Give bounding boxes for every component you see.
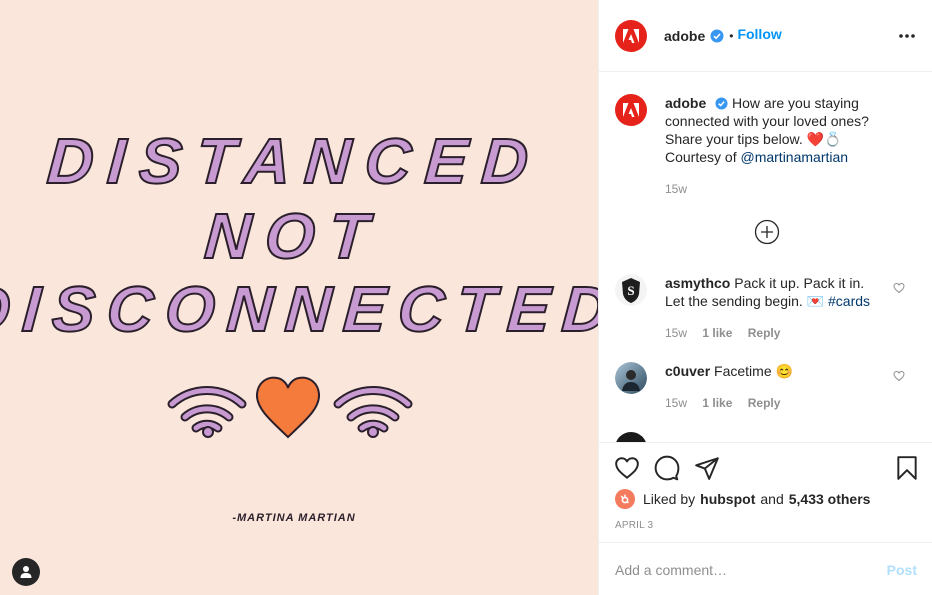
shield-logo-icon: S — [615, 274, 647, 306]
load-more-comments-icon[interactable] — [754, 219, 780, 245]
comment-reply-button[interactable]: Reply — [748, 396, 781, 410]
comment-like-heart-icon[interactable] — [893, 370, 905, 382]
liked-by-user-link[interactable]: hubspot — [700, 491, 755, 507]
post-header: adobe • Follow — [599, 0, 932, 72]
comment-like-heart-icon[interactable] — [893, 282, 905, 294]
verified-badge-icon — [715, 97, 728, 110]
likes-others-link[interactable]: 5,433 others — [789, 491, 871, 507]
more-options-icon[interactable] — [897, 26, 917, 46]
comments-list[interactable]: adobe How are you staying connected with… — [599, 72, 932, 442]
hubspot-logo-icon — [620, 494, 629, 504]
comment-reply-button[interactable]: Reply — [748, 326, 781, 340]
header-username[interactable]: adobe — [664, 28, 705, 44]
caption-username[interactable]: adobe — [665, 95, 706, 111]
caption-avatar[interactable] — [615, 94, 647, 126]
likes-and: and — [760, 491, 784, 507]
post-image[interactable]: DISTANCED NOT DISCONNECTED -MARTINA MART… — [0, 0, 598, 595]
artwork-line-2: NOT — [202, 200, 384, 272]
post-artwork: DISTANCED NOT DISCONNECTED -MARTINA MART… — [0, 124, 598, 524]
adobe-logo-icon — [623, 28, 639, 43]
comment-bubble-icon[interactable] — [654, 455, 680, 481]
like-heart-icon[interactable] — [614, 455, 640, 481]
hubspot-avatar[interactable] — [615, 489, 635, 509]
comment-username[interactable]: c0uver — [665, 363, 710, 379]
adobe-logo-icon — [623, 103, 639, 117]
caption-time[interactable]: 15w — [665, 182, 687, 196]
comment-username[interactable]: asmythco — [665, 275, 730, 291]
comment-likes[interactable]: 1 like — [702, 326, 732, 340]
save-bookmark-icon[interactable] — [894, 455, 920, 481]
comment-likes[interactable]: 1 like — [702, 396, 732, 410]
heart-artwork-icon — [255, 376, 321, 439]
verified-badge-icon — [710, 29, 724, 42]
comment-time[interactable]: 15w — [665, 396, 687, 410]
partial-avatar[interactable] — [615, 432, 647, 442]
post-side-panel: adobe • Follow adobe How are you staying… — [598, 0, 932, 595]
likes-summary: Liked by hubspot and 5,433 others — [615, 489, 875, 509]
adobe-avatar[interactable] — [615, 19, 647, 52]
artwork-line-3: DISCONNECTED — [0, 273, 598, 345]
caption-mention-link[interactable]: @martinamartian — [740, 149, 848, 165]
post-actions: Liked by hubspot and 5,433 others APRIL … — [599, 442, 932, 542]
add-comment-input[interactable] — [615, 559, 865, 581]
post-date[interactable]: APRIL 3 — [615, 520, 653, 531]
artwork-signature: -MARTINA MARTIAN — [232, 512, 355, 524]
asmythco-avatar[interactable]: S — [615, 274, 647, 306]
person-icon — [20, 566, 32, 578]
user-photo-icon — [615, 362, 647, 394]
header-separator: • — [729, 28, 734, 43]
c0uver-avatar[interactable] — [615, 362, 647, 394]
comment-text: Facetime 😊 — [714, 363, 793, 379]
follow-button[interactable]: Follow — [737, 26, 781, 42]
share-paper-plane-icon[interactable] — [694, 455, 720, 481]
svg-text:S: S — [627, 283, 634, 298]
add-comment-bar: Post — [599, 542, 932, 595]
likes-prefix: Liked by — [643, 491, 696, 507]
artwork-line-1: DISTANCED — [45, 125, 545, 197]
tagged-users-button[interactable] — [12, 558, 40, 586]
comment-time[interactable]: 15w — [665, 326, 687, 340]
caption-credit: Courtesy of — [665, 149, 737, 165]
post-comment-button[interactable]: Post — [887, 562, 917, 578]
comment-hashtag-link[interactable]: #cards — [828, 293, 870, 309]
